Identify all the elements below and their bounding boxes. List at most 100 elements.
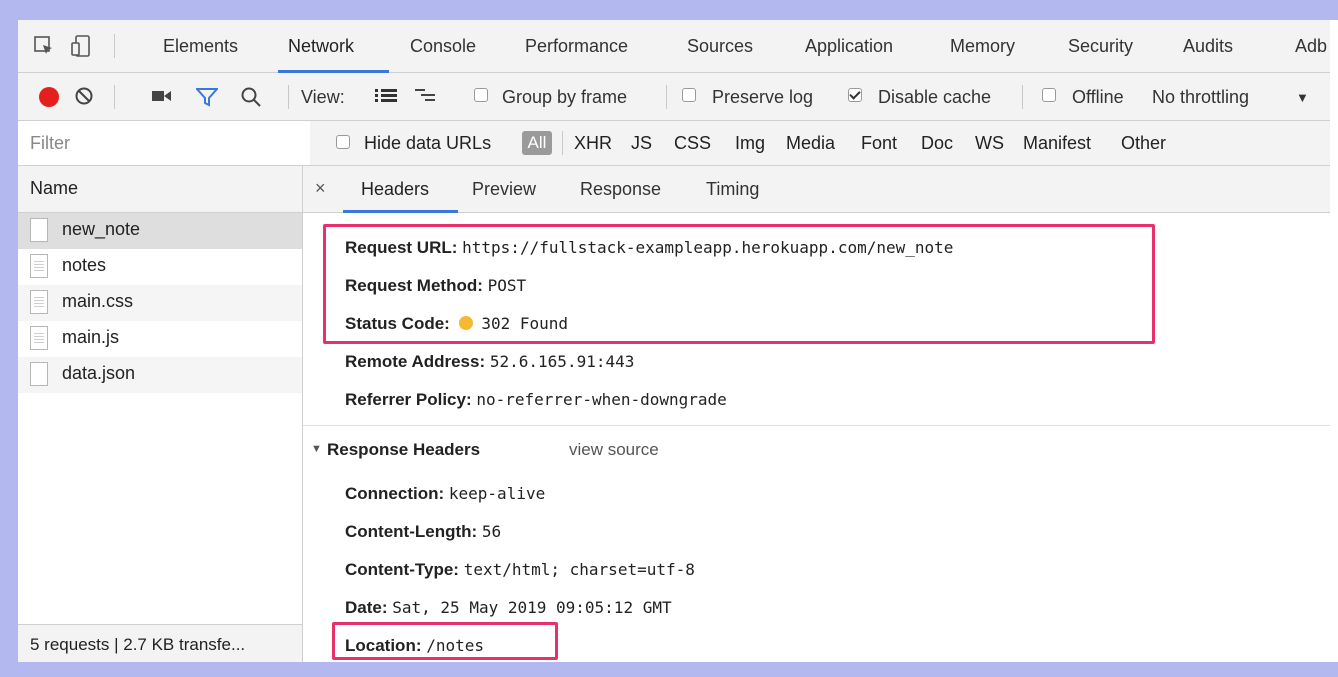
header-label: Date: [345,598,388,617]
close-icon[interactable]: × [315,178,326,199]
request-name: main.js [62,327,120,347]
tab-memory[interactable]: Memory [950,36,1015,57]
overview-icon[interactable] [415,89,437,103]
hide-data-urls-checkbox[interactable] [336,135,350,149]
type-filter-manifest[interactable]: Manifest [1023,133,1091,154]
preserve-log-label: Preserve log [712,87,814,107]
type-filter-img[interactable]: Img [735,133,765,154]
tab-response[interactable]: Response [580,179,661,200]
triangle-down-icon[interactable]: ▼ [311,443,322,455]
header-label: Content-Type: [345,560,459,579]
status-summary: 5 requests | 2.7 KB transfe... [18,624,302,662]
type-filter-font[interactable]: Font [861,133,897,154]
separator [114,34,115,58]
group-by-frame-label: Group by frame [502,87,628,107]
request-row[interactable]: new_note [18,213,302,249]
hide-data-urls-label: Hide data URLs [364,133,492,153]
preserve-log-checkbox[interactable] [682,88,696,102]
request-list: Name new_note notes main.css main.js dat… [18,166,303,662]
file-icon [30,254,48,278]
connection-row: Connection: keep-alive [345,484,545,504]
header-label: Referrer Policy: [345,390,472,409]
request-name: data.json [62,363,136,383]
separator [666,85,667,109]
large-rows-icon[interactable] [375,89,397,103]
content-type-row: Content-Type: text/html; charset=utf-8 [345,560,695,580]
separator [288,85,289,109]
request-name: new_note [62,219,141,239]
request-row[interactable]: notes [18,249,302,285]
clear-icon[interactable] [74,86,94,106]
device-toolbar-icon[interactable] [70,34,94,58]
type-filter-ws[interactable]: WS [975,133,1004,154]
type-filter-media[interactable]: Media [786,133,835,154]
throttling-select[interactable]: No throttling [1152,87,1249,108]
type-filter-doc[interactable]: Doc [921,133,953,154]
disable-cache-checkbox[interactable] [848,88,862,102]
file-icon [30,326,48,350]
tab-headers[interactable]: Headers [361,179,429,200]
highlight-box [323,224,1155,344]
offline-checkbox[interactable] [1042,88,1056,102]
inspect-element-icon[interactable] [32,34,56,58]
header-value: 56 [481,522,502,541]
devtools-window: Elements Network Console Performance Sou… [18,20,1338,662]
header-value: Sat, 25 May 2019 09:05:12 GMT [392,598,672,617]
type-filter-css[interactable]: CSS [674,133,711,154]
type-filter-xhr[interactable]: XHR [574,133,612,154]
group-by-frame-checkbox[interactable] [474,88,488,102]
tab-elements[interactable]: Elements [163,36,238,57]
view-source-link[interactable]: view source [569,440,659,460]
tab-application[interactable]: Application [805,36,893,57]
offline-label: Offline [1072,87,1124,107]
tab-sources[interactable]: Sources [687,36,753,57]
tab-console[interactable]: Console [410,36,476,57]
tab-timing[interactable]: Timing [706,179,759,200]
tab-network[interactable]: Network [288,36,354,57]
capture-screenshots-icon[interactable] [152,89,172,103]
disable-cache-label: Disable cache [878,87,992,107]
content-length-row: Content-Length: 56 [345,522,501,542]
record-icon[interactable] [38,86,60,108]
summary-text: 5 requests | 2.7 KB transfe... [30,635,246,654]
search-icon[interactable] [240,86,262,108]
tab-security[interactable]: Security [1068,36,1133,57]
date-row: Date: Sat, 25 May 2019 09:05:12 GMT [345,598,672,618]
detail-tab-bar: × Headers Preview Response Timing [303,166,1338,213]
header-label: Content-Length: [345,522,478,541]
name-column-header[interactable]: Name [18,166,302,213]
request-row[interactable]: data.json [18,357,302,393]
document-icon [30,218,48,242]
highlight-box [332,622,558,660]
header-label: Remote Address: [345,352,486,371]
tab-audits[interactable]: Audits [1183,36,1233,57]
active-tab-indicator [343,210,458,213]
referrer-policy-row: Referrer Policy: no-referrer-when-downgr… [345,390,727,410]
filter-input[interactable] [18,121,310,165]
request-row[interactable]: main.css [18,285,302,321]
tab-performance[interactable]: Performance [525,36,628,57]
header-label: Connection: [345,484,445,503]
header-value: 52.6.165.91:443 [489,352,635,371]
response-headers-title[interactable]: Response Headers [327,440,480,460]
request-name: main.css [62,291,134,311]
type-filter-js[interactable]: JS [631,133,652,154]
tab-adblock[interactable]: Adb [1295,36,1327,57]
view-label: View: [301,87,345,107]
filter-icon[interactable] [196,87,218,107]
section-divider [303,425,1338,426]
tab-preview[interactable]: Preview [472,179,536,200]
type-filter-all[interactable]: All [522,131,552,155]
separator [562,131,563,155]
request-row[interactable]: main.js [18,321,302,357]
request-name: notes [62,255,107,275]
scrollbar[interactable] [1330,20,1338,662]
name-column-label: Name [30,178,79,198]
header-value: keep-alive [448,484,546,503]
header-value: no-referrer-when-downgrade [476,390,727,409]
document-icon [30,362,48,386]
type-filter-other[interactable]: Other [1121,133,1166,154]
chevron-down-icon[interactable]: ▼ [1296,90,1309,105]
separator [1022,85,1023,109]
request-details: × Headers Preview Response Timing Reques… [303,166,1338,662]
